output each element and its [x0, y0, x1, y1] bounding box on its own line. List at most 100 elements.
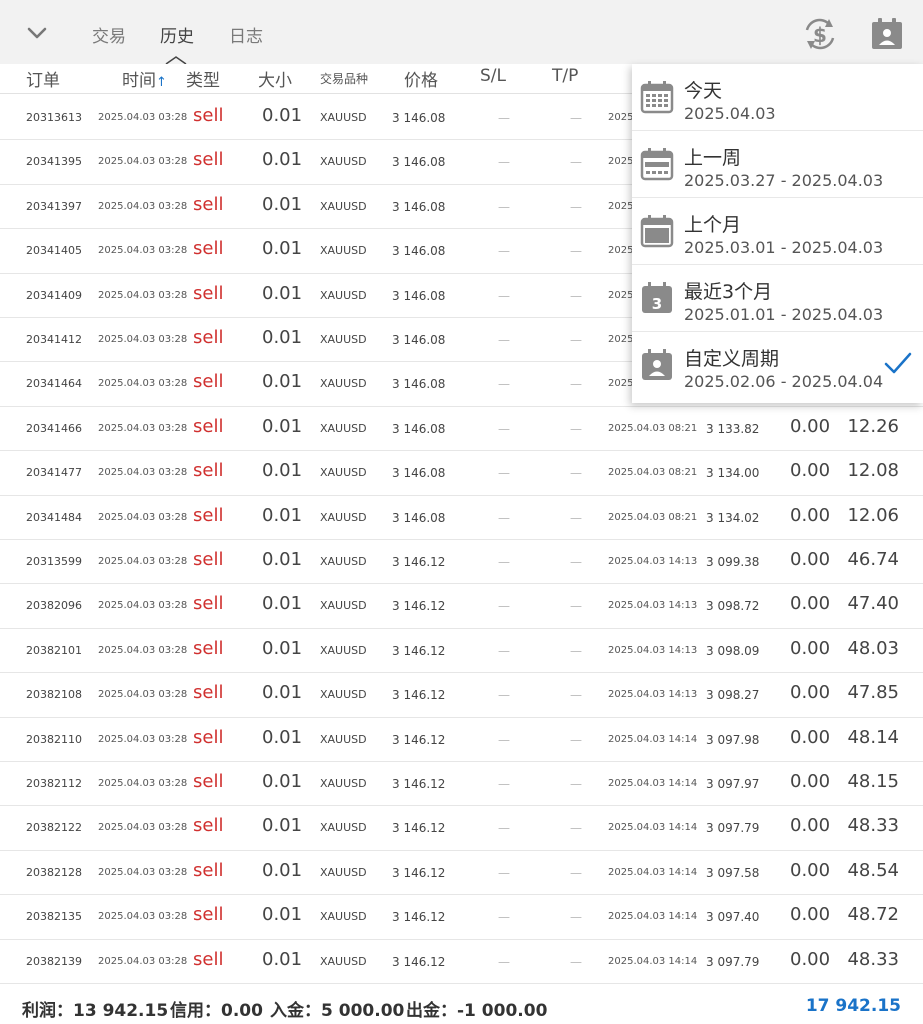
- open-price-cell: 3 146.12: [392, 821, 446, 836]
- type-cell: sell: [193, 282, 224, 304]
- period-option-last-month[interactable]: 上个月 2025.03.01 - 2025.04.03: [632, 198, 923, 265]
- tab-trade[interactable]: 交易: [92, 22, 126, 47]
- order-cell: 20382135: [26, 910, 82, 924]
- close-price-cell: 3 134.02: [706, 510, 760, 525]
- swap-cell: 0.00: [790, 726, 831, 748]
- table-row[interactable]: 20382108 2025.04.03 03:28 sell 0.01 XAUUSD 3 …: [0, 673, 923, 718]
- table-row[interactable]: 20382135 2025.04.03 03:28 sell 0.01 XAUUSD 3 …: [0, 895, 923, 940]
- table-row[interactable]: 20382139 2025.04.03 03:28 sell 0.01 XAUUSD 3 …: [0, 940, 923, 984]
- header-order[interactable]: 订单: [26, 66, 60, 91]
- open-time-cell: 2025.04.03 03:28: [98, 778, 188, 789]
- svg-text:$: $: [813, 23, 827, 47]
- period-option-range: 2025.03.27 - 2025.04.03: [684, 171, 884, 190]
- symbol-cell: XAUUSD: [320, 910, 367, 924]
- order-cell: 20341464: [26, 377, 82, 391]
- table-row[interactable]: 20341477 2025.04.03 03:28 sell 0.01 XAUUSD 3 …: [0, 451, 923, 496]
- open-time-cell: 2025.04.03 03:28: [98, 866, 188, 878]
- order-cell: 20382101: [26, 643, 82, 657]
- close-time-cell: 2025.04.03 14:14: [608, 866, 698, 878]
- close-time-cell: 2025.04.03 14:14: [608, 778, 698, 789]
- tp-cell: —: [570, 199, 582, 214]
- table-row[interactable]: 20382110 2025.04.03 03:28 sell 0.01 XAUUSD 3 …: [0, 718, 923, 762]
- swap-cell: 0.00: [790, 904, 831, 926]
- table-row[interactable]: 20382112 2025.04.03 03:28 sell 0.01 XAUUSD 3 …: [0, 762, 923, 807]
- close-time-cell: 2025.04.03 14:14: [608, 733, 698, 745]
- open-time-cell: 2025.04.03 03:28: [98, 334, 188, 345]
- table-row[interactable]: 20341466 2025.04.03 03:28 sell 0.01 XAUUSD 3 …: [0, 407, 923, 452]
- type-cell: sell: [193, 327, 224, 348]
- dollar-exchange-icon[interactable]: $: [802, 16, 838, 52]
- chevron-down-icon[interactable]: [24, 20, 50, 46]
- open-time-cell: 2025.04.03 03:28: [98, 556, 188, 567]
- sl-cell: —: [498, 954, 510, 969]
- tab-history[interactable]: 历史: [160, 22, 194, 47]
- order-cell: 20382128: [26, 865, 82, 879]
- table-row[interactable]: 20341484 2025.04.03 03:28 sell 0.01 XAUUSD 3 …: [0, 496, 923, 540]
- open-price-cell: 3 146.08: [392, 199, 446, 214]
- table-row[interactable]: 20382128 2025.04.03 03:28 sell 0.01 XAUUSD 3 …: [0, 851, 923, 896]
- header-symbol[interactable]: 交易品种: [320, 70, 368, 87]
- deposit-summary: 入金：5 000.00: [270, 1001, 405, 1021]
- size-cell: 0.01: [262, 859, 303, 881]
- tp-cell: —: [570, 865, 582, 880]
- period-option-title: 最近3个月: [684, 281, 773, 303]
- type-cell: sell: [193, 371, 224, 393]
- open-price-cell: 3 146.12: [392, 865, 446, 880]
- period-option-custom[interactable]: 自定义周期 2025.02.06 - 2025.04.04: [632, 332, 923, 399]
- header-size[interactable]: 大小: [258, 66, 292, 91]
- table-row[interactable]: 20382122 2025.04.03 03:28 sell 0.01 XAUUSD 3 …: [0, 806, 923, 851]
- period-option-today[interactable]: 今天 2025.04.03: [632, 64, 923, 131]
- symbol-cell: XAUUSD: [320, 865, 367, 879]
- header-type[interactable]: 类型: [186, 66, 220, 91]
- tp-cell: —: [570, 910, 582, 925]
- size-cell: 0.01: [262, 549, 303, 570]
- sl-cell: —: [498, 777, 510, 791]
- open-price-cell: 3 146.08: [392, 288, 446, 303]
- calendar-person-icon[interactable]: [869, 16, 905, 52]
- table-row[interactable]: 20382101 2025.04.03 03:28 sell 0.01 XAUUSD 3 …: [0, 629, 923, 674]
- close-price-cell: 3 098.72: [706, 599, 760, 614]
- profit-cell: 12.26: [847, 415, 899, 437]
- order-cell: 20341409: [26, 288, 82, 302]
- close-price-cell: 3 099.38: [706, 555, 760, 569]
- size-cell: 0.01: [262, 637, 303, 659]
- tp-cell: —: [570, 732, 582, 747]
- sl-cell: —: [498, 732, 510, 747]
- order-cell: 20341405: [26, 244, 82, 258]
- order-cell: 20382112: [26, 777, 82, 790]
- period-option-last-week[interactable]: 上一周 2025.03.27 - 2025.04.03: [632, 131, 923, 198]
- open-time-cell: 2025.04.03 03:28: [98, 200, 188, 212]
- open-price-cell: 3 146.12: [392, 777, 446, 791]
- open-time-cell: 2025.04.03 03:28: [98, 644, 188, 656]
- open-price-cell: 3 146.12: [392, 688, 446, 703]
- sl-cell: —: [498, 865, 510, 880]
- table-row[interactable]: 20382096 2025.04.03 03:28 sell 0.01 XAUUSD 3 …: [0, 584, 923, 629]
- open-price-cell: 3 146.08: [392, 155, 446, 170]
- sl-cell: —: [498, 244, 510, 259]
- symbol-cell: XAUUSD: [320, 377, 367, 391]
- tab-journal[interactable]: 日志: [229, 22, 263, 47]
- period-option-title: 今天: [684, 80, 723, 102]
- size-cell: 0.01: [262, 282, 303, 304]
- table-row[interactable]: 20313599 2025.04.03 03:28 sell 0.01 XAUUSD 3 …: [0, 540, 923, 585]
- tp-cell: —: [570, 599, 582, 614]
- symbol-cell: XAUUSD: [320, 510, 367, 524]
- tp-cell: —: [570, 510, 582, 525]
- type-cell: sell: [193, 504, 224, 526]
- sl-cell: —: [498, 199, 510, 214]
- header-tp[interactable]: T/P: [552, 66, 578, 86]
- sl-cell: —: [498, 466, 510, 481]
- header-time[interactable]: 时间↑: [122, 66, 167, 91]
- order-cell: 20341395: [26, 155, 82, 169]
- sl-cell: —: [498, 377, 510, 392]
- order-cell: 20382108: [26, 688, 82, 702]
- period-option-last-3-months[interactable]: 3 最近3个月 2025.01.01 - 2025.04.03: [632, 265, 923, 332]
- close-time-cell: 2025.04.03 14:13: [608, 600, 698, 612]
- header-sl[interactable]: S/L: [480, 66, 506, 86]
- size-cell: 0.01: [262, 460, 303, 482]
- swap-cell: 0.00: [790, 549, 831, 570]
- open-price-cell: 3 146.12: [392, 954, 446, 969]
- profit-cell: 48.33: [847, 815, 899, 837]
- header-price[interactable]: 价格: [404, 66, 438, 91]
- close-time-cell: 2025.04.03 14:14: [608, 955, 698, 967]
